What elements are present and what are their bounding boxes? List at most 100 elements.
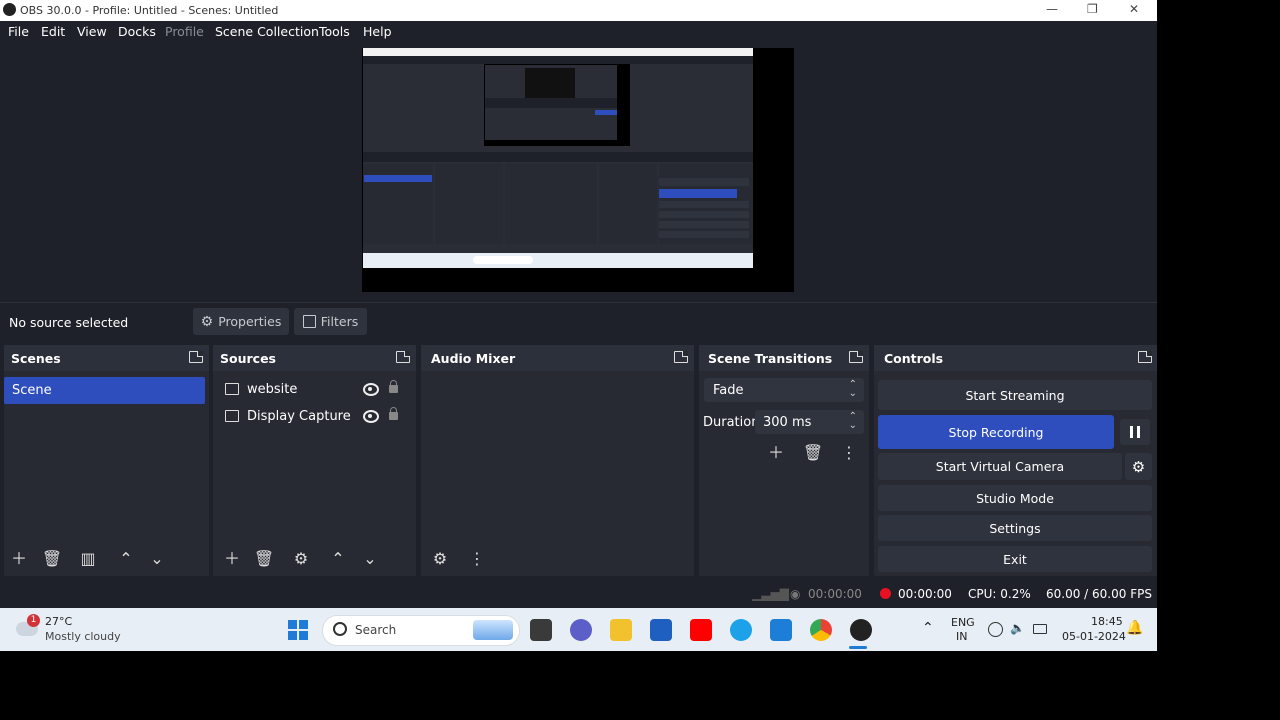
menu-docks[interactable]: Docks (118, 24, 156, 39)
gear-icon[interactable]: ⚙ (290, 549, 312, 569)
more-vertical-icon[interactable]: ⋮ (466, 549, 488, 569)
duration-spinbox[interactable]: 300 ms ⌃ ⌄ (755, 410, 864, 434)
speaker-icon[interactable]: 🔈 (1010, 621, 1025, 635)
studio-mode-button[interactable]: Studio Mode (878, 485, 1152, 511)
properties-button[interactable]: ⚙ Properties (193, 308, 289, 335)
battery-icon[interactable] (1033, 624, 1047, 634)
taskbar: 1 27°C Mostly cloudy Search ⌃ ENG IN 🔈 1… (0, 608, 1157, 651)
gear-icon: ⚙ (200, 313, 214, 330)
maximize-button[interactable]: ❐ (1087, 2, 1098, 16)
spinner-arrows-icon[interactable]: ⌃ ⌄ (849, 412, 857, 431)
cpu-usage: CPU: 0.2% (968, 587, 1031, 601)
menu-file[interactable]: File (8, 24, 29, 39)
gear-icon: ⚙ (1131, 457, 1146, 476)
file-explorer-icon[interactable] (610, 619, 632, 641)
trash-icon[interactable]: 🗑 (41, 549, 63, 569)
eye-icon[interactable] (363, 383, 379, 396)
menu-edit[interactable]: Edit (41, 24, 65, 39)
undock-icon[interactable] (189, 351, 203, 363)
lock-icon[interactable] (389, 407, 398, 420)
advanced-audio-gear-icon[interactable]: ⚙ (429, 549, 451, 569)
menu-help[interactable]: Help (363, 24, 392, 39)
chevron-up-icon[interactable]: ⌃ (115, 549, 137, 569)
obs-taskbar-icon[interactable] (850, 619, 872, 641)
filters-icon[interactable]: ▥ (77, 549, 99, 569)
language-top[interactable]: ENG (951, 616, 975, 629)
stream-time: 00:00:00 (808, 587, 862, 601)
chat-icon[interactable] (570, 619, 592, 641)
undock-icon[interactable] (849, 351, 863, 363)
stop-recording-button[interactable]: Stop Recording (878, 415, 1114, 449)
undock-icon[interactable] (1138, 351, 1152, 363)
eye-icon[interactable] (363, 410, 379, 423)
clock-time[interactable]: 18:45 (1091, 615, 1123, 628)
undock-icon[interactable] (674, 351, 688, 363)
source-item-display-capture[interactable]: Display Capture (217, 405, 417, 429)
controls-header: Controls (874, 345, 1157, 371)
search-highlight-image (473, 620, 513, 640)
lock-icon[interactable] (389, 380, 398, 393)
source-label: Display Capture (247, 409, 351, 424)
pause-icon (1130, 426, 1140, 438)
add-icon[interactable]: ＋ (221, 549, 243, 569)
transition-select[interactable]: Fade ⌃ ⌄ (704, 378, 864, 402)
pause-recording-button[interactable] (1120, 419, 1150, 445)
scenes-dock: Scenes Scene ＋ 🗑 ▥ ⌃ ⌄ (4, 345, 209, 576)
active-app-indicator (849, 646, 867, 649)
vscode-icon[interactable] (770, 619, 792, 641)
scene-item[interactable]: Scene (4, 377, 205, 404)
globe-icon[interactable] (988, 622, 1003, 637)
add-icon[interactable]: ＋ (8, 549, 30, 569)
menu-scene-collection[interactable]: Scene Collection (215, 24, 319, 39)
weather-widget[interactable]: 1 27°C Mostly cloudy (14, 614, 134, 646)
transition-value: Fade (713, 383, 744, 398)
trash-icon[interactable]: 🗑 (802, 443, 824, 463)
scene-transitions-header: Scene Transitions (699, 345, 869, 371)
more-vertical-icon[interactable]: ⋮ (838, 443, 860, 463)
menu-profile[interactable]: Profile (165, 24, 204, 39)
sources-dock-header: Sources (213, 345, 416, 371)
settings-button[interactable]: Settings (878, 515, 1152, 541)
virtual-camera-settings-button[interactable]: ⚙ (1125, 453, 1152, 480)
clock-date: 05-01-2024 (1062, 630, 1126, 643)
menu-view[interactable]: View (77, 24, 107, 39)
nested-preview-graphic (363, 48, 753, 268)
windows-start-icon[interactable] (288, 620, 308, 640)
microsoft-store-icon[interactable] (650, 619, 672, 641)
chevron-down-icon[interactable]: ⌄ (146, 549, 168, 569)
menu-tools[interactable]: Tools (319, 24, 350, 39)
no-source-label: No source selected (9, 315, 129, 330)
preview-area[interactable] (0, 43, 1157, 300)
notification-bell-icon[interactable]: 🔔 (1126, 620, 1143, 636)
weather-temp: 27°C (45, 615, 73, 628)
chevron-up-icon[interactable]: ⌃ (922, 620, 934, 636)
start-virtual-camera-button[interactable]: Start Virtual Camera (878, 453, 1122, 480)
task-view-icon[interactable] (530, 619, 552, 641)
youtube-icon[interactable] (690, 619, 712, 641)
preview-display-capture (363, 48, 753, 268)
audio-mixer-header: Audio Mixer (421, 345, 694, 371)
start-streaming-button[interactable]: Start Streaming (878, 380, 1152, 410)
minimize-button[interactable]: — (1046, 2, 1058, 16)
source-item-website[interactable]: website (217, 378, 417, 402)
chrome-icon[interactable] (810, 619, 832, 641)
add-icon[interactable]: ＋ (765, 443, 787, 463)
menu-bar: File Edit View Docks Profile Scene Colle… (0, 21, 1157, 43)
exit-label: Exit (1003, 551, 1027, 567)
edge-icon[interactable] (730, 619, 752, 641)
filters-button[interactable]: Filters (294, 308, 367, 335)
chevron-down-icon[interactable]: ⌄ (359, 549, 381, 569)
trash-icon[interactable]: 🗑 (253, 549, 275, 569)
duration-label: Duration (703, 415, 760, 430)
scene-transitions-dock: Scene Transitions Fade ⌃ ⌄ Duration 300 m… (699, 345, 869, 576)
scenes-toolbar: ＋ 🗑 ▥ ⌃ ⌄ (4, 542, 209, 576)
close-button[interactable]: ✕ (1129, 2, 1139, 16)
browser-icon (225, 383, 239, 395)
search-box[interactable]: Search (322, 615, 520, 646)
exit-button[interactable]: Exit (878, 546, 1152, 572)
title-bar: OBS 30.0.0 - Profile: Untitled - Scenes:… (0, 0, 1157, 21)
chevron-up-icon[interactable]: ⌃ (327, 549, 349, 569)
undock-icon[interactable] (396, 351, 410, 363)
settings-label: Settings (989, 520, 1041, 536)
audio-mixer-toolbar: ⚙ ⋮ (421, 542, 694, 576)
